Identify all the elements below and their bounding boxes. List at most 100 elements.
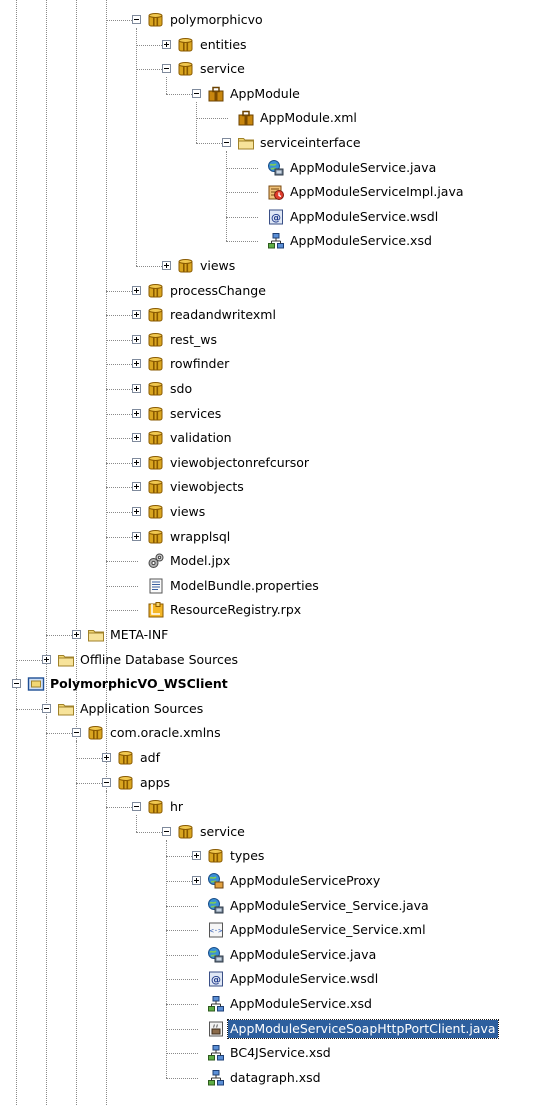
expand-toggle-icon[interactable]	[132, 384, 141, 393]
tree-node-label: AppModuleService_Service.xml	[230, 922, 426, 938]
collapse-toggle-icon[interactable]	[162, 826, 171, 836]
project-icon	[27, 675, 45, 693]
tree-node[interactable]: AppModuleService.xsd	[0, 992, 544, 1016]
expand-toggle-icon[interactable]	[132, 285, 141, 295]
tree-node-label: entities	[200, 36, 247, 52]
collapse-toggle-icon[interactable]	[222, 138, 231, 147]
java-client-icon	[207, 1020, 225, 1038]
tree-node-label: views	[200, 258, 236, 273]
tree-node-label: AppModuleService.xsd	[290, 233, 432, 249]
tree-node[interactable]: com.oracle.xmlns	[0, 721, 544, 745]
collapse-toggle-icon[interactable]	[162, 64, 171, 74]
package-icon	[117, 749, 135, 767]
package-icon	[147, 331, 165, 349]
tree-node[interactable]: ResourceRegistry.rpx	[0, 598, 544, 622]
expand-toggle-icon[interactable]	[132, 310, 141, 320]
svg-text:@: @	[211, 975, 221, 986]
tree-node[interactable]: readandwritexml	[0, 303, 544, 327]
tree-node[interactable]: services	[0, 402, 544, 426]
collapse-toggle-icon[interactable]	[132, 15, 141, 24]
tree-node[interactable]: processChange	[0, 279, 544, 303]
tree-node[interactable]: META-INF	[0, 623, 544, 647]
collapse-toggle-icon[interactable]	[12, 679, 21, 689]
expand-toggle-icon[interactable]	[72, 630, 81, 639]
tree-node-label: AppModuleService.xsd	[230, 996, 372, 1011]
collapse-toggle-icon[interactable]	[132, 802, 141, 812]
tree-node[interactable]: adf	[0, 746, 544, 770]
package-icon	[147, 429, 165, 447]
tree-node[interactable]: viewobjects	[0, 475, 544, 499]
tree-node-label: ResourceRegistry.rpx	[170, 602, 302, 618]
expand-toggle-icon[interactable]	[132, 359, 141, 369]
tree-node[interactable]: Model.jpx	[0, 549, 544, 573]
expand-toggle-icon[interactable]	[132, 507, 141, 516]
tree-node[interactable]: AppModuleService.xsd	[0, 229, 544, 253]
tree-node-label: viewobjects	[170, 479, 244, 495]
tree-node[interactable]: AppModuleServiceImpl.java	[0, 180, 544, 204]
tree-node[interactable]: @ AppModuleService.wsdl	[0, 205, 544, 229]
tree-node[interactable]: views	[0, 500, 544, 524]
tree-node[interactable]: views	[0, 254, 544, 278]
tree-node-label: AppModuleService.java	[290, 159, 437, 175]
tree-node[interactable]: Application Sources	[0, 697, 544, 721]
tree-node[interactable]: AppModuleService.java	[0, 943, 544, 967]
expand-toggle-icon[interactable]	[132, 334, 141, 344]
project-settings-icon	[147, 552, 165, 570]
tree-node[interactable]: types	[0, 844, 544, 868]
tree-node[interactable]: @ AppModuleService.wsdl	[0, 967, 544, 991]
tree-node[interactable]: sdo	[0, 377, 544, 401]
tree-node[interactable]: rest_ws	[0, 328, 544, 352]
expand-toggle-icon[interactable]	[132, 457, 141, 467]
tree-node[interactable]: <·> AppModuleService_Service.xml	[0, 918, 544, 942]
tree-node[interactable]: Offline Database Sources	[0, 648, 544, 672]
web-service-interface-icon	[207, 946, 225, 964]
tree-node[interactable]: AppModuleServiceProxy	[0, 869, 544, 893]
collapse-toggle-icon[interactable]	[72, 728, 81, 738]
tree-node[interactable]: AppModuleService.java	[0, 156, 544, 180]
expand-toggle-icon[interactable]	[192, 876, 201, 885]
folder-icon	[57, 651, 75, 669]
tree-node[interactable]: viewobjectonrefcursor	[0, 451, 544, 475]
expand-toggle-icon[interactable]	[162, 39, 171, 49]
tree-node-label: datagraph.xsd	[230, 1069, 321, 1085]
collapse-toggle-icon[interactable]	[192, 88, 201, 98]
expand-toggle-icon[interactable]	[192, 851, 201, 861]
tree-node[interactable]: polymorphicvo	[0, 8, 544, 32]
package-icon	[207, 847, 225, 865]
tree-node[interactable]: rowfinder	[0, 352, 544, 376]
expand-toggle-icon[interactable]	[132, 482, 141, 492]
expand-toggle-icon[interactable]	[102, 753, 111, 762]
package-icon	[177, 823, 195, 841]
expand-toggle-icon[interactable]	[132, 531, 141, 541]
tree-node-label: BC4JService.xsd	[230, 1045, 331, 1061]
application-module-icon	[207, 85, 225, 103]
tree-node[interactable]: ModelBundle.properties	[0, 574, 544, 598]
tree-node[interactable]: AppModuleServiceSoapHttpPortClient.java	[0, 1017, 544, 1041]
folder-icon	[87, 626, 105, 644]
tree-node[interactable]: entities	[0, 33, 544, 57]
tree-node[interactable]: wrapplsql	[0, 525, 544, 549]
tree-node[interactable]: AppModule.xml	[0, 106, 544, 130]
expand-toggle-icon[interactable]	[132, 433, 141, 443]
expand-toggle-icon[interactable]	[162, 261, 171, 270]
tree-node[interactable]: hr	[0, 795, 544, 819]
tree-node-label: validation	[170, 430, 232, 446]
tree-node[interactable]: serviceinterface	[0, 131, 544, 155]
expand-toggle-icon[interactable]	[42, 654, 51, 664]
package-icon	[177, 257, 195, 275]
tree-node[interactable]: service	[0, 820, 544, 844]
tree-node[interactable]: AppModule	[0, 82, 544, 106]
tree-node[interactable]: validation	[0, 426, 544, 450]
tree-node[interactable]: datagraph.xsd	[0, 1066, 544, 1090]
expand-toggle-icon[interactable]	[132, 408, 141, 418]
tree-node-label: service	[200, 823, 245, 839]
tree-node[interactable]: PolymorphicVO_WSClient	[0, 672, 544, 696]
tree-node-label: views	[170, 504, 206, 519]
collapse-toggle-icon[interactable]	[102, 777, 111, 787]
tree-node[interactable]: apps	[0, 771, 544, 795]
tree-node[interactable]: AppModuleService_Service.java	[0, 894, 544, 918]
xml-schema-icon	[207, 1069, 225, 1087]
tree-node[interactable]: service	[0, 57, 544, 81]
collapse-toggle-icon[interactable]	[42, 703, 51, 713]
tree-node[interactable]: BC4JService.xsd	[0, 1041, 544, 1065]
